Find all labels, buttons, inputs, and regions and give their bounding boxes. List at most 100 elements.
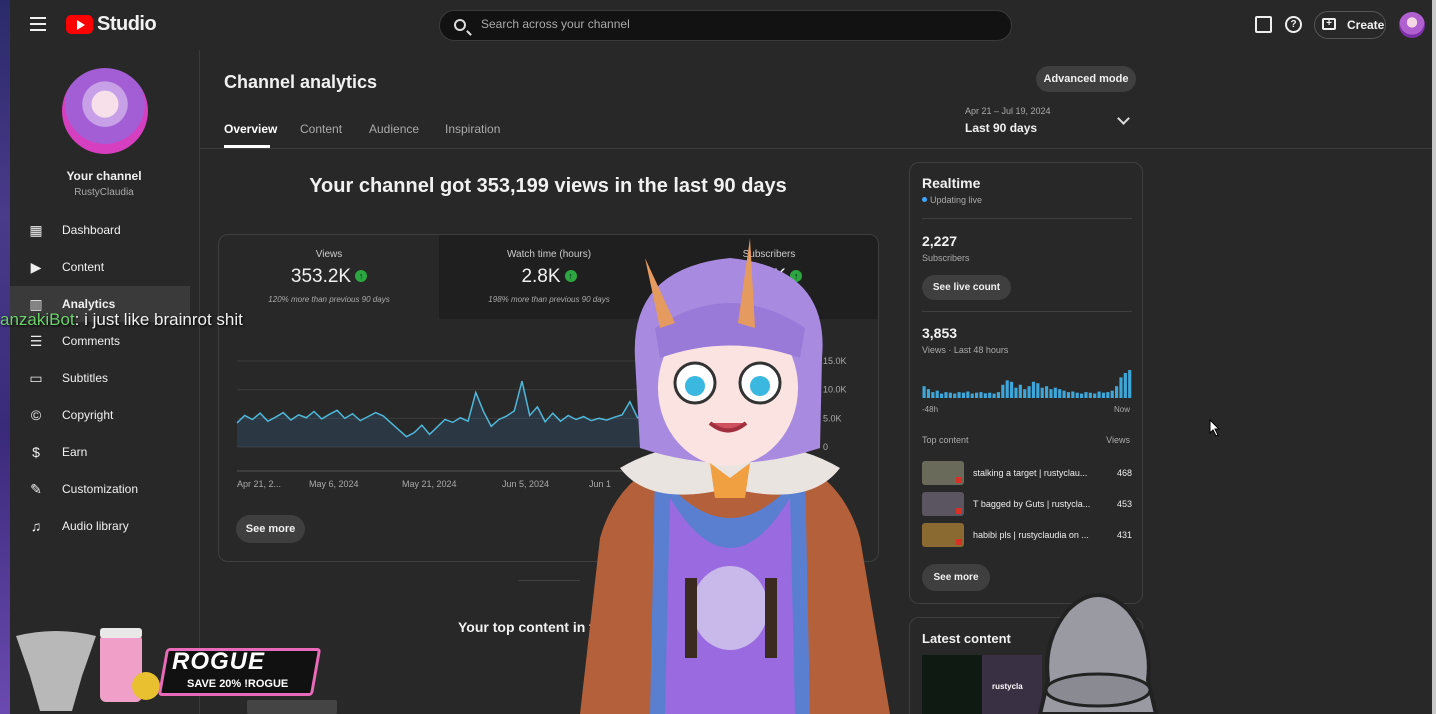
realtime-bar[interactable] bbox=[1018, 384, 1022, 398]
sidebar-item-audio-library[interactable]: ♫ Audio library bbox=[10, 508, 190, 544]
realtime-bar[interactable] bbox=[1062, 390, 1066, 398]
realtime-views-chart[interactable] bbox=[922, 368, 1132, 398]
date-range-label[interactable]: Last 90 days bbox=[965, 121, 1037, 135]
realtime-bar[interactable] bbox=[1036, 383, 1040, 398]
subtitles-icon: ▭ bbox=[29, 370, 43, 386]
video-views: 468 bbox=[1116, 468, 1132, 478]
realtime-bar[interactable] bbox=[1097, 391, 1101, 398]
realtime-bar[interactable] bbox=[1088, 392, 1092, 398]
realtime-bar[interactable] bbox=[961, 392, 966, 398]
tab-content[interactable]: Content bbox=[300, 122, 342, 136]
realtime-bar[interactable] bbox=[992, 393, 996, 398]
top-content-row[interactable]: T bagged by Guts | rustycla... 453 bbox=[922, 492, 1132, 518]
metric-value: 353.2K bbox=[290, 266, 352, 287]
realtime-bar[interactable] bbox=[1031, 381, 1036, 398]
tab-overview[interactable]: Overview bbox=[224, 122, 277, 136]
realtime-bar[interactable] bbox=[1049, 389, 1053, 398]
sponsor-brand: ROGUE bbox=[172, 648, 266, 675]
realtime-bar[interactable] bbox=[1123, 372, 1127, 398]
metric-views[interactable]: Views 353.2K ↑ 120% more than previous 90… bbox=[219, 235, 439, 319]
realtime-bar[interactable] bbox=[1115, 386, 1119, 398]
realtime-bar[interactable] bbox=[1010, 381, 1014, 398]
sidebar-item-earn[interactable]: $ Earn bbox=[10, 434, 190, 470]
advanced-mode-button[interactable]: Advanced mode bbox=[1036, 66, 1136, 92]
realtime-bar[interactable] bbox=[1027, 386, 1031, 398]
realtime-bar[interactable] bbox=[940, 393, 944, 398]
realtime-bar[interactable] bbox=[926, 389, 931, 398]
sidebar-item-subtitles[interactable]: ▭ Subtitles bbox=[10, 360, 190, 396]
realtime-bar[interactable] bbox=[1023, 389, 1027, 398]
realtime-bar[interactable] bbox=[922, 386, 926, 398]
realtime-bar[interactable] bbox=[983, 393, 987, 398]
sidebar-item-copyright[interactable]: © Copyright bbox=[10, 397, 190, 433]
date-range[interactable]: Apr 21 – Jul 19, 2024 bbox=[965, 106, 1051, 116]
sidebar-item-content[interactable]: ▶ Content bbox=[10, 249, 190, 285]
sidebar-item-label: Content bbox=[62, 260, 105, 274]
see-live-count-button[interactable]: See live count bbox=[922, 275, 1011, 300]
realtime-bar[interactable] bbox=[966, 391, 970, 398]
video-thumbnail bbox=[922, 492, 964, 516]
top-content-row[interactable]: stalking a target | rustyclau... 468 bbox=[922, 461, 1132, 487]
realtime-bar[interactable] bbox=[970, 393, 974, 398]
realtime-bar[interactable] bbox=[944, 392, 948, 398]
realtime-bar[interactable] bbox=[1093, 393, 1097, 398]
realtime-bar[interactable] bbox=[1053, 387, 1057, 398]
latest-video-thumbnail[interactable]: rustycla bbox=[922, 655, 1042, 714]
copyright-icon: © bbox=[30, 407, 42, 423]
chevron-down-icon[interactable] bbox=[1117, 112, 1130, 125]
chat-text: : i just like brainrot shit bbox=[74, 310, 243, 329]
sidebar-item-dashboard[interactable]: ▦ Dashboard bbox=[10, 212, 190, 248]
realtime-bar[interactable] bbox=[1040, 387, 1044, 398]
realtime-bar[interactable] bbox=[935, 390, 939, 398]
see-more-button[interactable]: See more bbox=[922, 564, 990, 591]
sidebar-item-customization[interactable]: ✎ Customization bbox=[10, 471, 190, 507]
search-bar[interactable] bbox=[439, 10, 1012, 41]
latest-content-title: Latest content bbox=[922, 631, 1011, 646]
top-content-row[interactable]: habibi pls | rustyclaudia on ... 431 bbox=[922, 523, 1132, 549]
search-input[interactable] bbox=[481, 17, 981, 31]
realtime-bar[interactable] bbox=[1106, 392, 1110, 398]
sidebar-item-label: Subtitles bbox=[62, 371, 109, 385]
see-more-button[interactable]: See more bbox=[236, 515, 305, 543]
stream-frame-left bbox=[0, 0, 10, 714]
studio-logo[interactable]: Studio bbox=[66, 13, 157, 36]
menu-icon[interactable] bbox=[30, 17, 46, 31]
realtime-bar[interactable] bbox=[1119, 377, 1123, 398]
realtime-bar[interactable] bbox=[1014, 387, 1018, 398]
realtime-bar[interactable] bbox=[931, 392, 935, 398]
realtime-bar[interactable] bbox=[988, 392, 992, 398]
sidebar-item-label: Dashboard bbox=[62, 223, 121, 237]
logo-text: Studio bbox=[97, 13, 157, 35]
video-title: T bagged by Guts | rustycla... bbox=[973, 499, 1091, 509]
x-tick-label: Apr 21, 2... bbox=[237, 479, 281, 489]
message-icon[interactable] bbox=[1255, 16, 1272, 33]
realtime-bar[interactable] bbox=[1101, 392, 1106, 398]
realtime-bar[interactable] bbox=[996, 392, 1001, 398]
channel-avatar[interactable] bbox=[62, 68, 148, 154]
realtime-bar[interactable] bbox=[979, 392, 983, 398]
realtime-bar[interactable] bbox=[1005, 380, 1009, 398]
sidebar-item-label: Comments bbox=[62, 334, 121, 348]
help-icon[interactable]: ? bbox=[1285, 16, 1302, 33]
realtime-bar[interactable] bbox=[1080, 393, 1084, 398]
tab-audience[interactable]: Audience bbox=[369, 122, 419, 136]
sponsor-promo: SAVE 20% !ROGUE bbox=[187, 678, 289, 690]
realtime-bar[interactable] bbox=[1001, 384, 1005, 398]
video-title: habibi pls | rustyclaudia on ... bbox=[973, 530, 1089, 540]
video-views: 431 bbox=[1116, 530, 1132, 540]
realtime-bar[interactable] bbox=[1066, 392, 1071, 398]
realtime-bar[interactable] bbox=[1110, 390, 1114, 398]
realtime-bar[interactable] bbox=[1084, 392, 1088, 398]
realtime-bar[interactable] bbox=[948, 392, 952, 398]
realtime-bar[interactable] bbox=[957, 392, 961, 398]
tab-inspiration[interactable]: Inspiration bbox=[445, 122, 500, 136]
realtime-bar[interactable] bbox=[1075, 392, 1079, 398]
realtime-bar[interactable] bbox=[953, 393, 957, 398]
realtime-bar[interactable] bbox=[1071, 391, 1075, 398]
realtime-bar[interactable] bbox=[975, 392, 979, 398]
realtime-bar[interactable] bbox=[1128, 370, 1132, 398]
sidebar-item-label: Audio library bbox=[62, 519, 129, 533]
realtime-bar[interactable] bbox=[1045, 386, 1049, 398]
realtime-bar[interactable] bbox=[1058, 389, 1062, 398]
account-avatar[interactable] bbox=[1399, 12, 1425, 38]
